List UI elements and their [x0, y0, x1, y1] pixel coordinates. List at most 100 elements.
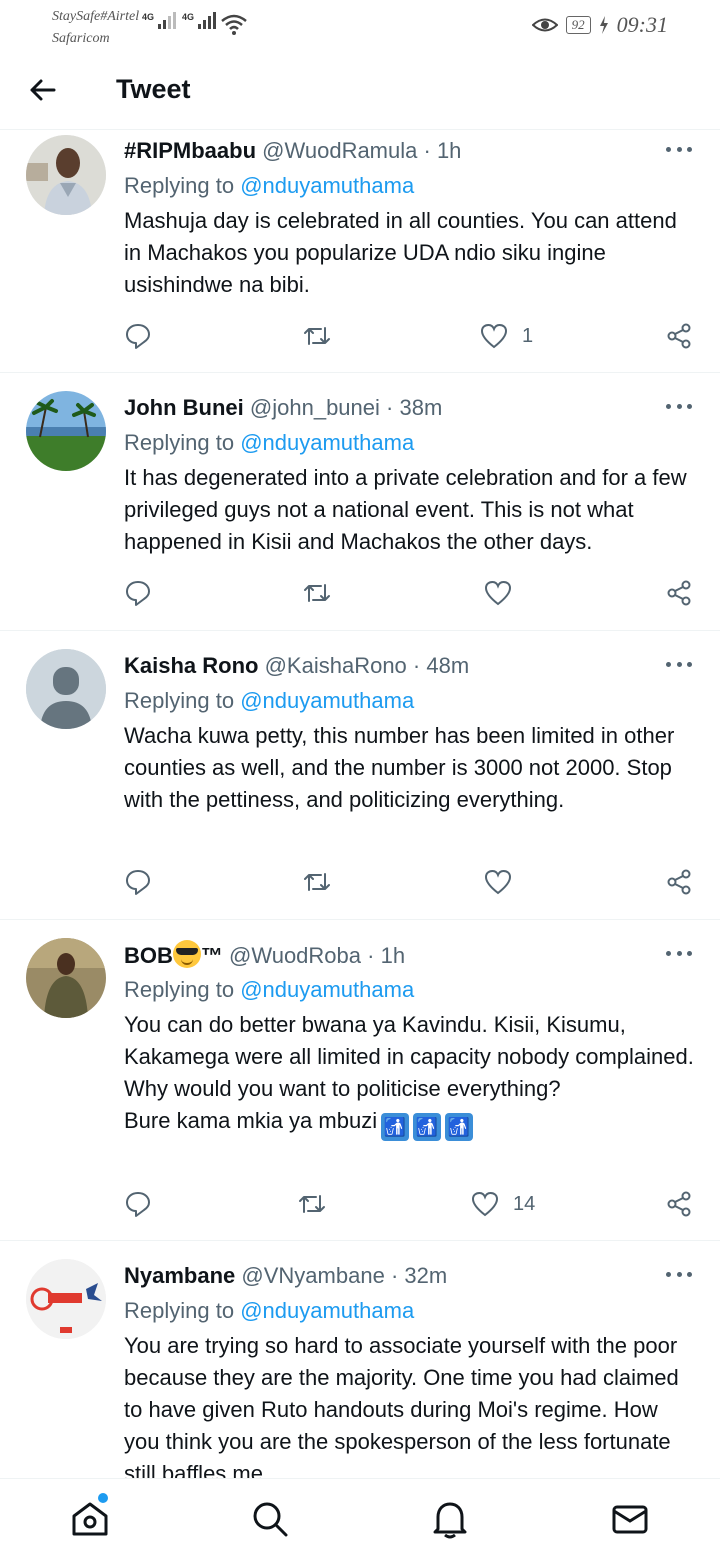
share-button[interactable]: [666, 573, 692, 613]
signal-1-icon: 4G: [142, 12, 177, 29]
replying-to-label: Replying to: [124, 173, 235, 198]
replying-to: Replying to @nduyamuthama: [124, 428, 414, 458]
avatar[interactable]: [26, 135, 106, 215]
replying-to-handle[interactable]: @nduyamuthama: [240, 1298, 414, 1323]
arrow-left-icon[interactable]: [26, 74, 58, 106]
tweet-text: Wacha kuwa petty, this number has been l…: [124, 723, 675, 812]
display-name[interactable]: BOB: [124, 943, 173, 968]
like-button[interactable]: 14: [471, 1184, 535, 1224]
retweet-button[interactable]: [302, 573, 332, 613]
reply-icon: [126, 581, 150, 606]
user-handle[interactable]: @john_bunei: [250, 395, 380, 420]
more-options-icon[interactable]: [666, 662, 692, 670]
replying-to-handle[interactable]: @nduyamuthama: [240, 430, 414, 455]
like-button[interactable]: 1: [480, 316, 533, 356]
tweet-header: #RIPMbaabu @WuodRamula · 1h: [124, 136, 690, 166]
reply-button[interactable]: [124, 862, 152, 902]
replying-to-handle[interactable]: @nduyamuthama: [240, 977, 414, 1002]
user-handle[interactable]: @KaishaRono: [265, 653, 407, 678]
share-icon: [667, 1191, 691, 1217]
litter-bin-emoji-icon: 🚮: [381, 1113, 410, 1141]
like-button[interactable]: [484, 862, 526, 902]
timestamp: · 1h: [423, 138, 462, 163]
replying-to-label: Replying to: [124, 1298, 235, 1323]
replying-to-handle[interactable]: @nduyamuthama: [240, 173, 414, 198]
share-icon: [667, 869, 691, 895]
retweet-button[interactable]: [297, 1184, 327, 1224]
home-icon[interactable]: [70, 1499, 110, 1539]
avatar[interactable]: [26, 938, 106, 1018]
battery-level: 92: [565, 16, 591, 34]
heart-icon: [484, 869, 512, 895]
signal-2-icon: 4G: [182, 12, 217, 29]
tweet[interactable]: BOB ™ @WuodRoba · 1h Replying to @nduyamu…: [0, 920, 720, 1241]
new-content-dot: [98, 1493, 108, 1503]
tweet-text: You are trying so hard to associate your…: [124, 1333, 679, 1478]
display-name-suffix: ™: [200, 943, 223, 968]
avatar[interactable]: [26, 1259, 106, 1339]
tweet-text-second: Bure kama mkia ya mbuzi: [124, 1108, 378, 1133]
replying-to: Replying to @nduyamuthama: [124, 686, 414, 716]
share-button[interactable]: [666, 316, 692, 356]
retweet-button[interactable]: [302, 862, 332, 902]
notifications-icon[interactable]: [430, 1499, 470, 1539]
reply-button[interactable]: [124, 573, 152, 613]
retweet-icon: [299, 1195, 325, 1213]
messages-icon[interactable]: [610, 1499, 650, 1539]
like-button[interactable]: [484, 573, 526, 613]
avatar[interactable]: [26, 391, 106, 471]
app-header: Tweet: [0, 52, 720, 130]
replying-to-label: Replying to: [124, 688, 235, 713]
reply-button[interactable]: [124, 1184, 152, 1224]
more-options-icon[interactable]: [666, 1272, 692, 1280]
heart-icon: [480, 323, 508, 349]
tweet-actions: [0, 862, 720, 902]
reply-icon: [126, 1192, 150, 1217]
litter-bin-emoji-icon: 🚮: [413, 1113, 442, 1141]
timestamp: · 38m: [386, 395, 443, 420]
tweet[interactable]: Kaisha Rono @KaishaRono · 48m Replying t…: [0, 631, 720, 920]
tweet-text-line2: Bure kama mkia ya mbuzi 🚮 🚮 🚮: [124, 1105, 696, 1141]
charging-icon: [599, 16, 608, 34]
tweet[interactable]: #RIPMbaabu @WuodRamula · 1h Replying to …: [0, 131, 720, 373]
display-name[interactable]: #RIPMbaabu: [124, 138, 256, 163]
tweet-text: You can do better bwana ya Kavindu. Kisi…: [124, 1009, 696, 1141]
more-options-icon[interactable]: [666, 147, 692, 155]
timestamp: · 1h: [367, 943, 406, 968]
eye-comfort-icon: [531, 18, 558, 32]
timestamp: · 32m: [390, 1263, 448, 1288]
more-options-icon[interactable]: [666, 951, 692, 959]
more-options-icon[interactable]: [666, 404, 692, 412]
share-icon: [667, 580, 691, 606]
share-button[interactable]: [666, 862, 692, 902]
tweet-actions: 14: [0, 1184, 720, 1224]
network-type-1: 4G: [142, 12, 155, 22]
carrier-line-2: Safaricom: [52, 31, 110, 46]
status-right: 92 09:31: [531, 12, 668, 38]
user-handle[interactable]: @WuodRamula: [262, 138, 417, 163]
search-icon[interactable]: [250, 1499, 290, 1539]
replying-to: Replying to @nduyamuthama: [124, 171, 414, 201]
share-button[interactable]: [666, 1184, 692, 1224]
display-name[interactable]: Kaisha Rono: [124, 653, 258, 678]
tweet-text: Mashuja day is celebrated in all countie…: [124, 208, 677, 297]
avatar[interactable]: [26, 649, 106, 729]
tweet-header: John Bunei @john_bunei · 38m: [124, 393, 690, 423]
retweet-icon: [304, 873, 330, 891]
litter-bin-emoji-icon: 🚮: [445, 1113, 474, 1141]
heart-icon: [471, 1191, 499, 1217]
user-handle[interactable]: @WuodRoba: [229, 943, 361, 968]
display-name[interactable]: John Bunei: [124, 395, 244, 420]
tweet[interactable]: Nyambane @VNyambane · 32m Replying to @n…: [0, 1241, 720, 1478]
replying-to-handle[interactable]: @nduyamuthama: [240, 688, 414, 713]
retweet-icon: [304, 327, 330, 345]
user-handle[interactable]: @VNyambane: [241, 1263, 384, 1288]
page-title: Tweet: [116, 74, 191, 104]
display-name[interactable]: Nyambane: [124, 1263, 235, 1288]
reply-button[interactable]: [124, 316, 152, 356]
timestamp: · 48m: [412, 653, 470, 678]
reply-icon: [126, 870, 150, 895]
retweet-icon: [304, 584, 330, 602]
retweet-button[interactable]: [302, 316, 332, 356]
tweet[interactable]: John Bunei @john_bunei · 38m Replying to…: [0, 373, 720, 631]
